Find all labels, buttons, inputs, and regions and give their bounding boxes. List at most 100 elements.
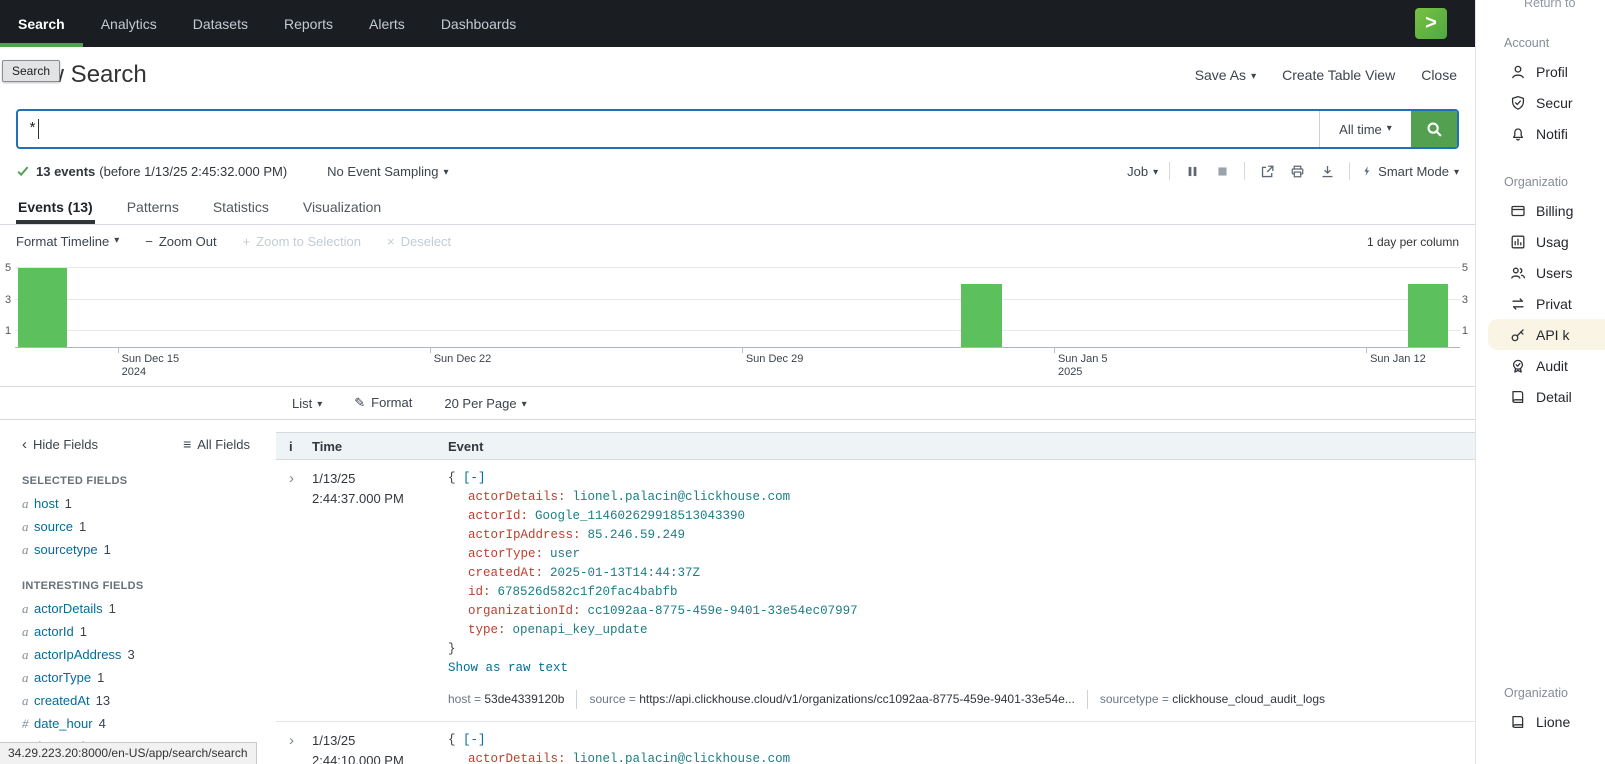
- sidebar-section-organization-switcher: Organizatio: [1504, 686, 1605, 700]
- tab-patterns[interactable]: Patterns: [125, 191, 181, 224]
- nav-item-analytics[interactable]: Analytics: [83, 0, 175, 47]
- hide-fields-button[interactable]: Hide Fields: [22, 436, 98, 453]
- sidebar-item-details[interactable]: Detail: [1476, 381, 1605, 412]
- search-submit-button[interactable]: [1411, 111, 1457, 147]
- sidebar-item-organization-lionel[interactable]: Lione: [1476, 706, 1605, 737]
- event-sampling-dropdown[interactable]: No Event Sampling: [327, 164, 448, 179]
- pause-button[interactable]: [1181, 161, 1203, 181]
- event-count-range: (before 1/13/25 2:45:32.000 PM): [99, 164, 287, 179]
- magnifier-icon: [1426, 121, 1443, 138]
- gridline: [15, 330, 1460, 331]
- chevron-right-icon[interactable]: [289, 733, 294, 748]
- stop-button[interactable]: [1211, 161, 1233, 181]
- divider: [1349, 162, 1350, 180]
- person-icon: [1510, 64, 1526, 80]
- interesting-fields-title: INTERESTING FIELDS: [22, 580, 266, 592]
- nav-item-alerts[interactable]: Alerts: [351, 0, 423, 47]
- nav-item-search[interactable]: Search: [0, 0, 83, 47]
- field-actorIpAddress[interactable]: aactorIpAddress3: [22, 647, 266, 663]
- sidebar-item-profile[interactable]: Profil: [1476, 56, 1605, 87]
- nav-item-datasets[interactable]: Datasets: [175, 0, 266, 47]
- x-axis-label: Sun Dec 29: [742, 353, 803, 366]
- page-header: New Search Save As Create Table View Clo…: [0, 47, 1475, 97]
- field-host[interactable]: ahost1: [22, 496, 266, 512]
- nav-item-reports[interactable]: Reports: [266, 0, 351, 47]
- show-raw-text-link[interactable]: Show as raw text: [448, 659, 568, 678]
- time-column-header: Time: [312, 439, 434, 454]
- success-check-icon: [16, 164, 30, 178]
- x-axis-label: Sun Dec 22: [430, 353, 491, 366]
- sidebar-item-private-endpoints[interactable]: Privat: [1476, 288, 1605, 319]
- print-icon[interactable]: [1286, 161, 1308, 181]
- collapse-json-link[interactable]: [-]: [463, 471, 486, 485]
- search-mode-selector[interactable]: Smart Mode: [1361, 164, 1459, 179]
- format-timeline-dropdown[interactable]: Format Timeline: [16, 234, 119, 249]
- field-sourcetype[interactable]: asourcetype1: [22, 542, 266, 558]
- key-icon: [1510, 327, 1526, 343]
- tab-events[interactable]: Events (13): [16, 191, 95, 224]
- collapse-json-link[interactable]: [-]: [463, 733, 486, 747]
- meta-sourcetype[interactable]: sourcetype = clickhouse_cloud_audit_logs: [1087, 690, 1325, 709]
- export-download-icon[interactable]: [1316, 161, 1338, 181]
- field-date_hour[interactable]: #date_hour4: [22, 716, 266, 732]
- zoom-out-button[interactable]: Zoom Out: [145, 234, 216, 249]
- field-createdAt[interactable]: acreatedAt13: [22, 693, 266, 709]
- gridline: [15, 299, 1460, 300]
- close-button[interactable]: Close: [1421, 67, 1457, 83]
- shield-check-icon: [1510, 95, 1526, 111]
- zoom-to-selection-button[interactable]: Zoom to Selection: [243, 234, 361, 249]
- y-axis-label: 3: [1462, 294, 1468, 306]
- event-timestamp: 1/13/25 2:44:37.000 PM: [312, 469, 434, 709]
- timeline-histogram[interactable]: 113355: [15, 260, 1460, 348]
- nav-item-dashboards[interactable]: Dashboards: [423, 0, 535, 47]
- x-axis-label: Sun Dec 152024: [118, 353, 179, 379]
- y-axis-label: 1: [5, 325, 11, 337]
- sidebar-item-audit[interactable]: Audit: [1476, 350, 1605, 381]
- selected-fields-title: SELECTED FIELDS: [22, 475, 266, 487]
- timeline-bar[interactable]: [961, 284, 1001, 347]
- all-fields-button[interactable]: All Fields: [183, 436, 250, 453]
- timeline-bar[interactable]: [18, 268, 67, 347]
- fields-sidebar: Hide Fields All Fields SELECTED FIELDS a…: [0, 420, 266, 762]
- cloud-account-sidebar: Return to Account Profil Secur Notifi Or…: [1475, 0, 1605, 764]
- per-page-dropdown[interactable]: 20 Per Page: [444, 396, 526, 411]
- search-bar: * All time: [16, 109, 1459, 149]
- swap-arrows-icon: [1510, 296, 1526, 312]
- book-icon: [1510, 389, 1526, 405]
- sidebar-item-usage[interactable]: Usag: [1476, 226, 1605, 257]
- job-menu[interactable]: Job: [1127, 164, 1158, 179]
- timeline-bar[interactable]: [1408, 284, 1448, 347]
- sidebar-item-security[interactable]: Secur: [1476, 87, 1605, 118]
- event-column-header: Event: [434, 439, 1475, 454]
- search-input[interactable]: *: [18, 111, 1319, 147]
- job-status-bar: 13 events (before 1/13/25 2:45:32.000 PM…: [16, 161, 1459, 181]
- sidebar-item-notifications[interactable]: Notifi: [1476, 118, 1605, 149]
- sidebar-item-billing[interactable]: Billing: [1476, 195, 1605, 226]
- list-view-dropdown[interactable]: List: [292, 396, 322, 411]
- timeline-section: Format Timeline Zoom Out Zoom to Selecti…: [0, 225, 1475, 387]
- meta-source[interactable]: source = https://api.clickhouse.cloud/v1…: [576, 690, 1074, 709]
- meta-host[interactable]: host = 53de4339120b: [448, 690, 564, 709]
- field-actorDetails[interactable]: aactorDetails1: [22, 601, 266, 617]
- tab-visualization[interactable]: Visualization: [301, 191, 383, 224]
- format-button[interactable]: Format: [354, 395, 412, 411]
- usage-chart-icon: [1510, 234, 1526, 250]
- top-nav: Search Analytics Datasets Reports Alerts…: [0, 0, 1475, 47]
- tab-statistics[interactable]: Statistics: [211, 191, 271, 224]
- chevron-right-icon[interactable]: [289, 471, 294, 486]
- field-source[interactable]: asource1: [22, 519, 266, 535]
- save-as-button[interactable]: Save As: [1195, 67, 1256, 83]
- x-axis-label: Sun Jan 52025: [1054, 353, 1108, 379]
- time-range-picker[interactable]: All time: [1319, 111, 1411, 147]
- field-actorType[interactable]: aactorType1: [22, 670, 266, 686]
- sidebar-item-users[interactable]: Users: [1476, 257, 1605, 288]
- deselect-button[interactable]: Deselect: [387, 234, 451, 249]
- splunk-logo-icon[interactable]: >: [1415, 8, 1447, 39]
- return-link[interactable]: Return to: [1524, 0, 1605, 10]
- field-actorId[interactable]: aactorId1: [22, 624, 266, 640]
- share-icon[interactable]: [1256, 161, 1278, 181]
- sidebar-item-api-keys[interactable]: API k: [1488, 319, 1605, 350]
- browser-link-preview: 34.29.223.20:8000/en-US/app/search/searc…: [0, 742, 257, 764]
- badge-check-icon: [1510, 358, 1526, 374]
- create-table-view-button[interactable]: Create Table View: [1282, 67, 1395, 83]
